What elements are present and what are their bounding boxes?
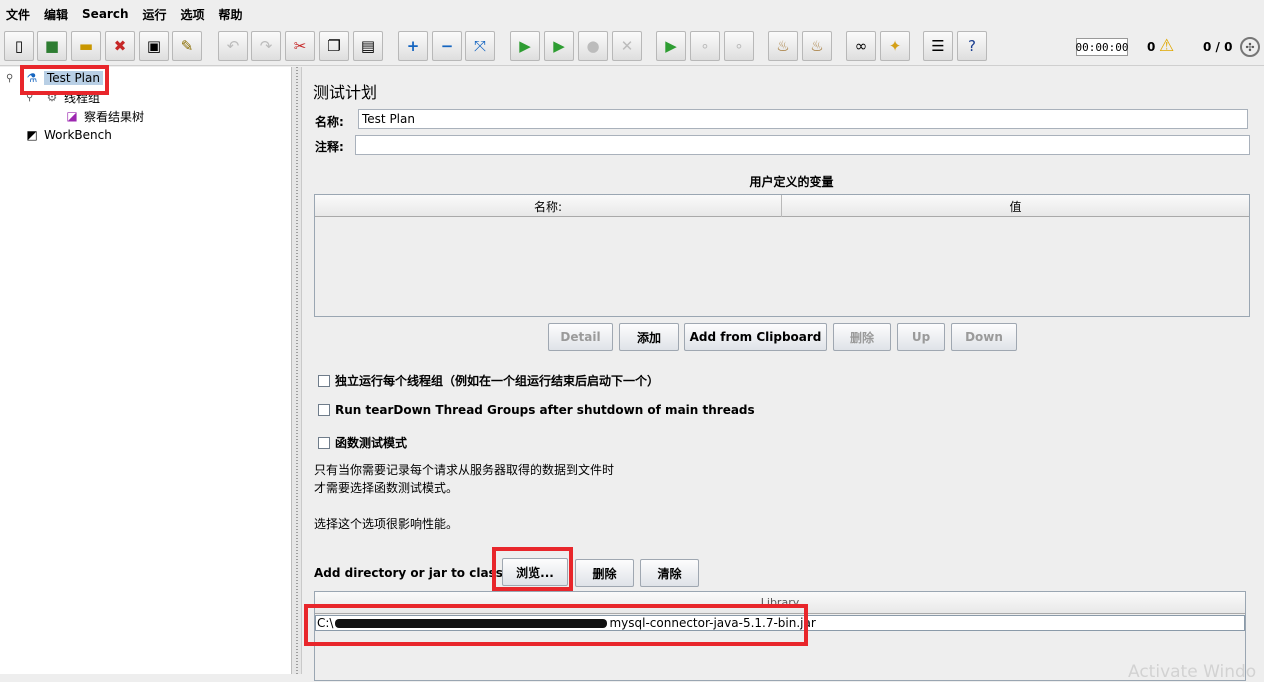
thread-group-icon: ⚙ — [46, 90, 58, 104]
column-name[interactable]: 名称: — [315, 195, 782, 217]
splitter[interactable] — [292, 67, 302, 674]
add-from-clipboard-button[interactable]: Add from Clipboard — [684, 323, 827, 351]
menu-help[interactable]: 帮助 — [219, 6, 243, 23]
library-path-file: mysql-connector-java-5.1.7-bin.jar — [609, 616, 816, 630]
menu-bar: 文件 编辑 Search 运行 选项 帮助 — [0, 0, 1264, 28]
redacted-path — [335, 618, 608, 628]
expand-icon[interactable]: + — [398, 31, 428, 61]
warning-icon[interactable]: ⚠ — [1159, 36, 1174, 56]
results-tree-icon: ◪ — [66, 109, 78, 123]
comment-label: 注释: — [315, 140, 344, 154]
templates-icon[interactable]: ■ — [37, 31, 67, 61]
name-label: 名称: — [315, 115, 344, 129]
user-vars-table: 名称: 值 — [314, 194, 1250, 317]
menu-options[interactable]: 选项 — [181, 6, 205, 23]
tree-item-test-plan[interactable]: ⚗ Test Plan — [24, 69, 103, 87]
menu-run[interactable]: 运行 — [142, 6, 166, 23]
remote-shutdown-icon[interactable]: ∘ — [724, 31, 754, 61]
run-groups-consecutively-checkbox[interactable]: 独立运行每个线程组（例如在一个组运行结束后启动下一个） — [318, 372, 659, 389]
tree-item-label: WorkBench — [44, 128, 112, 142]
delete-button[interactable]: 删除 — [833, 323, 891, 351]
classpath-delete-button[interactable]: 删除 — [575, 559, 634, 587]
checkbox-label: Run tearDown Thread Groups after shutdow… — [335, 403, 755, 417]
functional-test-mode-checkbox[interactable]: 函数测试模式 — [318, 434, 407, 451]
user-vars-title: 用户定义的变量 — [749, 175, 834, 189]
search-icon[interactable]: ∞ — [846, 31, 876, 61]
comment-field[interactable] — [355, 135, 1250, 155]
add-button[interactable]: 添加 — [619, 323, 679, 351]
start-icon[interactable]: ▶ — [510, 31, 540, 61]
menu-edit[interactable]: 编辑 — [44, 6, 68, 23]
tree-item-label: 察看结果树 — [84, 109, 145, 124]
browse-button[interactable]: 浏览... — [502, 558, 568, 586]
remote-start-icon[interactable]: ▶ — [656, 31, 686, 61]
shutdown-icon[interactable]: ✕ — [612, 31, 642, 61]
library-table: Library C:\ mysql-connector-java-5.1.7-b… — [314, 591, 1246, 681]
thread-count: 0 / 0 — [1203, 40, 1233, 54]
function-helper-icon[interactable]: ☰ — [923, 31, 953, 61]
library-header[interactable]: Library — [315, 592, 1245, 614]
tree-expand-icon[interactable]: ⚲ — [6, 73, 13, 84]
teardown-checkbox[interactable]: Run tearDown Thread Groups after shutdow… — [318, 403, 755, 417]
classpath-label: Add directory or jar to classpath — [314, 566, 534, 580]
checkbox-box[interactable] — [318, 374, 330, 387]
checkbox-box[interactable] — [318, 404, 330, 416]
collapse-icon[interactable]: − — [432, 31, 462, 61]
table-header: 名称: 值 — [315, 195, 1249, 217]
stop-icon[interactable]: ● — [578, 31, 608, 61]
detail-button[interactable]: Detail — [548, 323, 613, 351]
tree-item-thread-group[interactable]: ⚙ 线程组 — [44, 88, 100, 106]
up-button[interactable]: Up — [897, 323, 945, 351]
help-icon[interactable]: ? — [957, 31, 987, 61]
reset-search-icon[interactable]: ✦ — [880, 31, 910, 61]
undo-icon[interactable]: ↶ — [218, 31, 248, 61]
activation-watermark: Activate Windo — [1128, 662, 1257, 682]
test-plan-panel: 测试计划 名称: Test Plan 注释: 用户定义的变量 名称: 值 Det… — [303, 67, 1264, 682]
clear-icon[interactable]: ♨ — [768, 31, 798, 61]
test-tree: ⚲ ⚗ Test Plan ⚲ ⚙ 线程组 ◪ 察看结果树 ◩ WorkBenc… — [0, 67, 292, 674]
library-row[interactable]: C:\ mysql-connector-java-5.1.7-bin.jar — [315, 615, 1245, 631]
checkbox-label: 函数测试模式 — [335, 436, 408, 450]
copy-icon[interactable]: ❐ — [319, 31, 349, 61]
remote-stop-icon[interactable]: ∘ — [690, 31, 720, 61]
test-plan-icon: ⚗ — [26, 71, 38, 85]
save-icon[interactable]: ▣ — [139, 31, 169, 61]
clear-all-icon[interactable]: ♨ — [802, 31, 832, 61]
tree-item-label: Test Plan — [44, 71, 103, 85]
tree-item-workbench[interactable]: ◩ WorkBench — [24, 126, 112, 144]
checkbox-label: 独立运行每个线程组（例如在一个组运行结束后启动下一个） — [335, 374, 660, 388]
info-text-3: 选择这个选项很影响性能。 — [314, 517, 459, 531]
toggle-icon[interactable]: ⤧ — [465, 31, 495, 61]
menu-search[interactable]: Search — [82, 7, 128, 21]
tree-item-results-tree[interactable]: ◪ 察看结果树 — [64, 107, 144, 125]
workbench-icon: ◩ — [26, 128, 38, 142]
down-button[interactable]: Down — [951, 323, 1017, 351]
tree-expand-icon[interactable]: ⚲ — [26, 92, 33, 103]
name-field[interactable]: Test Plan — [358, 109, 1248, 129]
menu-file[interactable]: 文件 — [6, 6, 30, 23]
new-icon[interactable]: ▯ — [4, 31, 34, 61]
checkbox-box[interactable] — [318, 436, 330, 449]
info-text-1: 只有当你需要记录每个请求从服务器取得的数据到文件时 — [314, 463, 615, 477]
close-icon[interactable]: ✖ — [105, 31, 135, 61]
info-text-2: 才需要选择函数测试模式。 — [314, 481, 459, 495]
library-path-prefix: C:\ — [317, 616, 334, 630]
cut-icon[interactable]: ✂ — [285, 31, 315, 61]
tree-item-label: 线程组 — [64, 90, 101, 105]
classpath-clear-button[interactable]: 清除 — [640, 559, 699, 587]
open-icon[interactable]: ▬ — [71, 31, 101, 61]
page-title: 测试计划 — [313, 83, 378, 102]
redo-icon[interactable]: ↷ — [251, 31, 281, 61]
save-as-icon[interactable]: ✎ — [172, 31, 202, 61]
paste-icon[interactable]: ▤ — [353, 31, 383, 61]
start-no-pause-icon[interactable]: ▶ — [544, 31, 574, 61]
toolbar: ▯ ■ ▬ ✖ ▣ ✎ ↶ ↷ ✂ ❐ ▤ + − ⤧ ▶ ▶ ● ✕ ▶ ∘ … — [0, 28, 1264, 66]
column-value[interactable]: 值 — [782, 195, 1249, 217]
log-viewer-icon[interactable]: ✣ — [1240, 37, 1260, 57]
warning-count: 0 — [1147, 40, 1156, 54]
elapsed-timer: 00:00:00 — [1076, 38, 1129, 56]
